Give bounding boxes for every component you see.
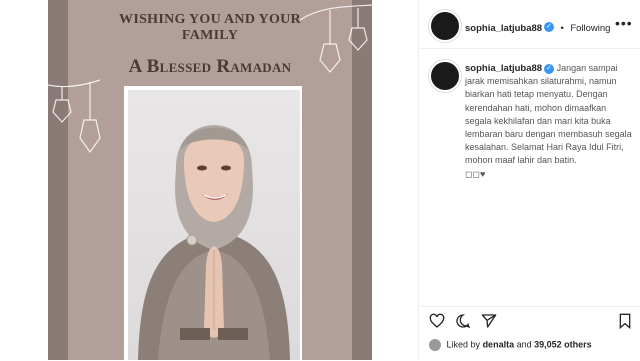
caption-text: Jangan sampai jarak memisahkan silaturah…: [465, 63, 632, 166]
follow-button[interactable]: Following: [570, 23, 610, 34]
liker-avatar: [429, 339, 441, 351]
heart-icon[interactable]: [429, 313, 445, 329]
portrait-illustration: [138, 125, 290, 360]
greeting-line-1: Wishing you and your: [119, 12, 301, 27]
portrait-photo: [128, 90, 300, 360]
ellipsis-icon[interactable]: •••: [615, 15, 633, 31]
share-icon[interactable]: [481, 313, 497, 329]
greeting-line-2: family: [181, 28, 239, 43]
post-image[interactable]: Wishing you and your family A Blessed Ra…: [0, 0, 418, 360]
comment-icon[interactable]: [455, 313, 471, 329]
lantern-decoration-left: [12, 70, 101, 177]
likes-user[interactable]: denalta: [483, 339, 515, 349]
caption-emoji: ◻◻♥: [465, 168, 486, 179]
likes-count[interactable]: 39,052 others: [534, 339, 592, 349]
verified-badge-icon: ✓: [544, 63, 555, 74]
bookmark-icon[interactable]: [617, 313, 633, 329]
greeting-text: Wishing you and your family: [68, 12, 352, 44]
caption-avatar[interactable]: [429, 60, 461, 92]
likes-connector: and: [516, 339, 532, 350]
likes-summary: Liked by denalta and 39,052 others: [429, 339, 592, 351]
post-header: sophia_latjuba88 ✓ • Following •••: [419, 0, 640, 49]
separator-dot: •: [560, 23, 564, 34]
avatar[interactable]: [429, 10, 461, 42]
post-caption: sophia_latjuba88 ✓ Jangan sampai jarak me…: [465, 62, 633, 181]
caption-username[interactable]: sophia_latjuba88: [465, 63, 542, 74]
post-sidebar: sophia_latjuba88 ✓ • Following ••• sophia…: [418, 0, 640, 360]
header-username[interactable]: sophia_latjuba88: [465, 23, 542, 34]
header-user: sophia_latjuba88 ✓ • Following: [465, 18, 610, 36]
verified-badge-icon: ✓: [544, 21, 555, 32]
action-bar: Liked by denalta and 39,052 others: [419, 306, 640, 361]
greeting-line-3: A Blessed Ramadan: [128, 56, 292, 77]
likes-prefix: Liked by: [446, 339, 481, 350]
